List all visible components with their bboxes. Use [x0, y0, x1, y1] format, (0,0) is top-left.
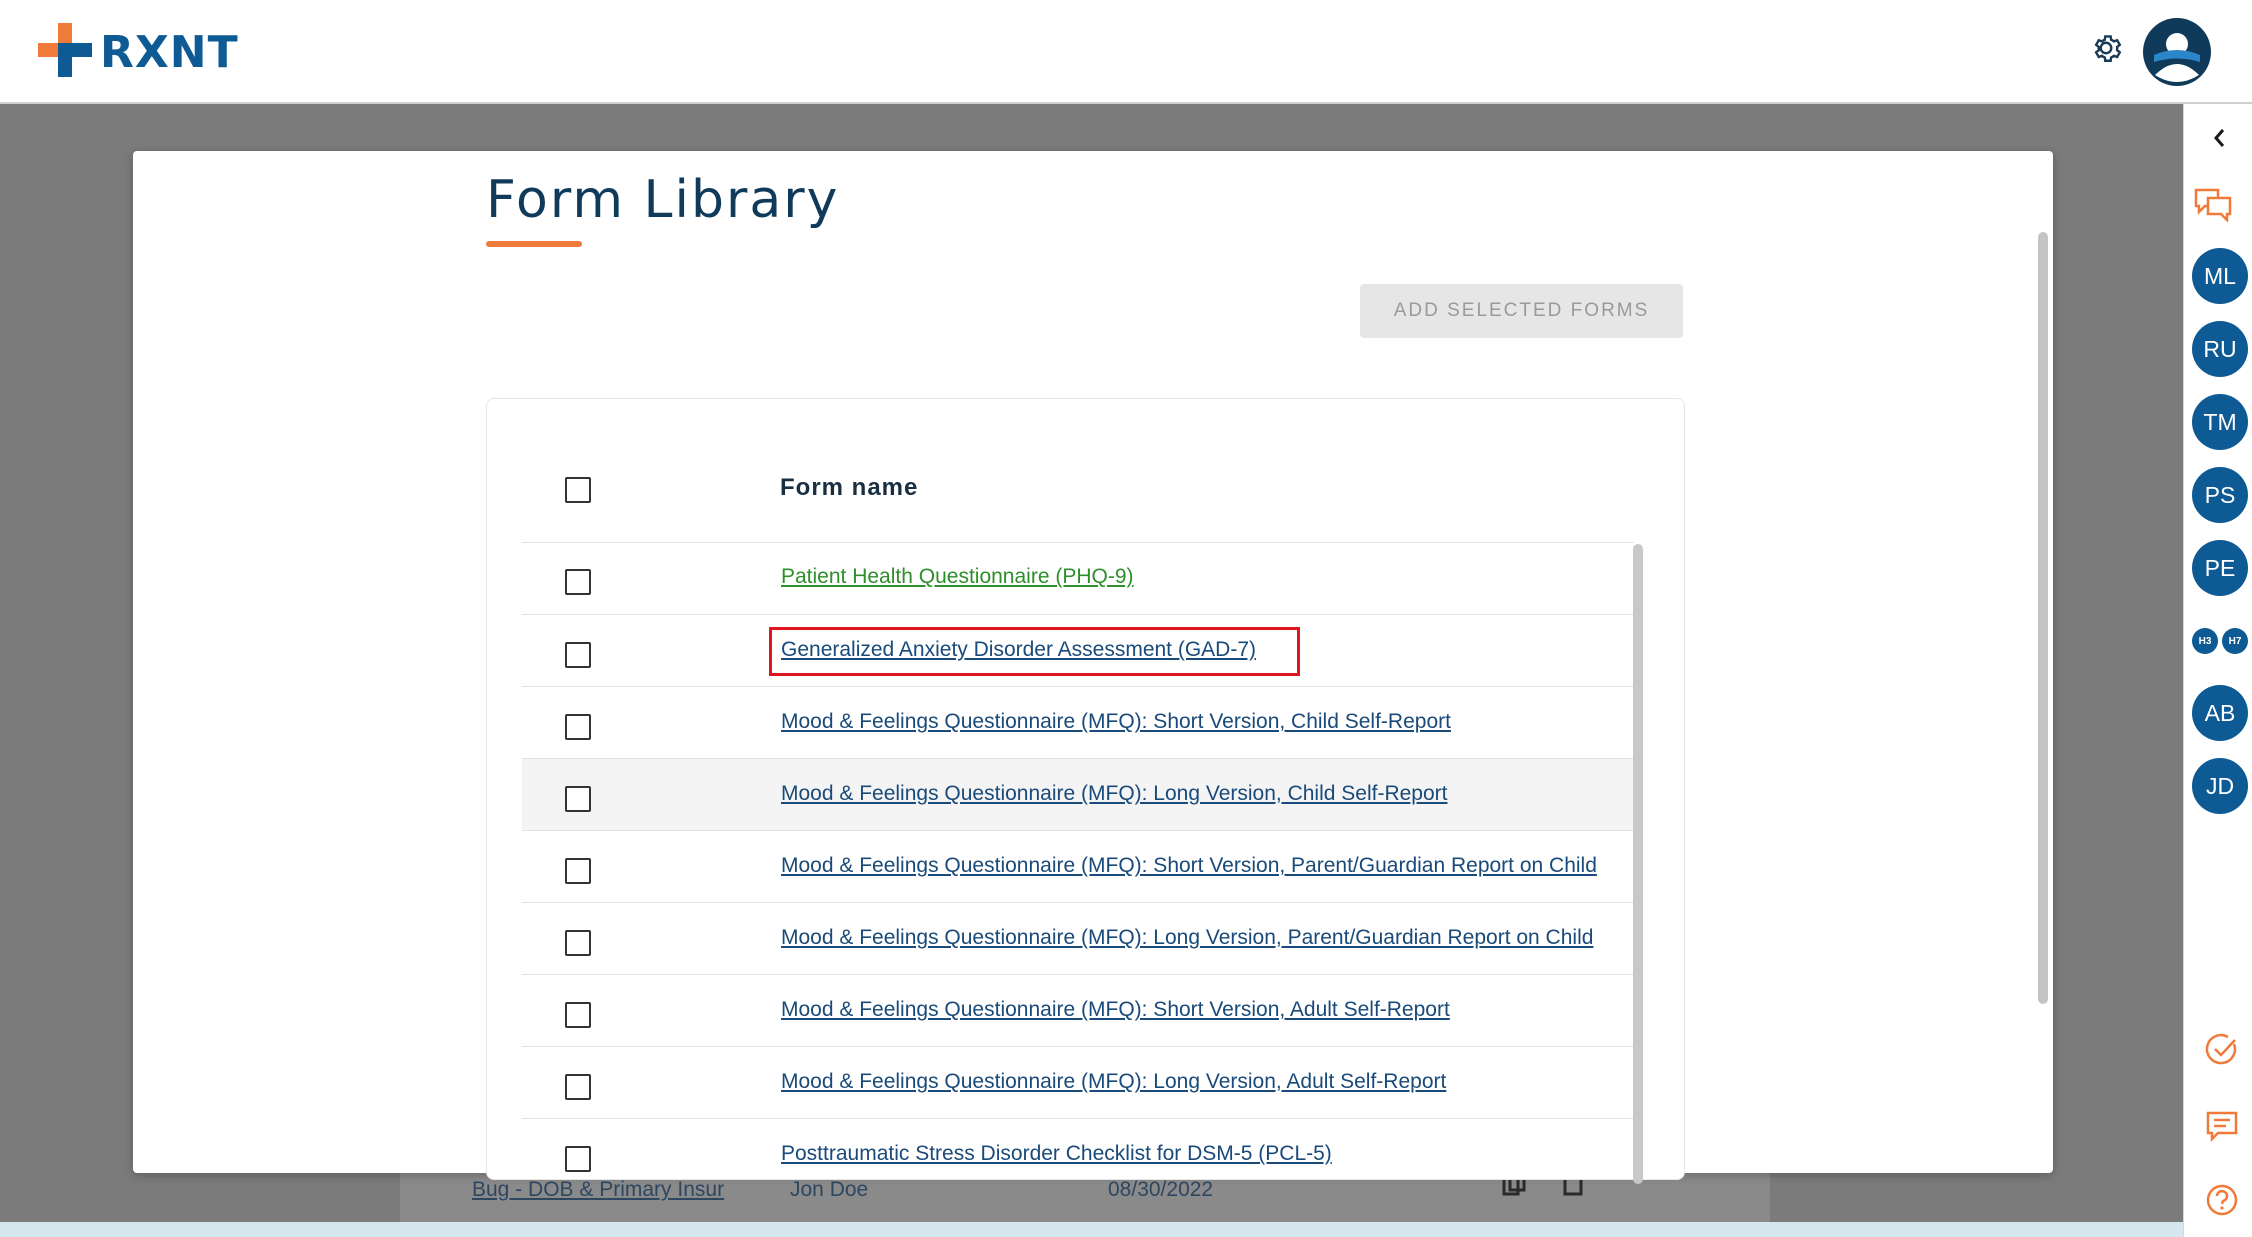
sidebar-avatar-tm[interactable]: TM — [2192, 394, 2248, 450]
background-bug-link[interactable]: Bug - DOB & Primary Insur — [472, 1178, 724, 1202]
bottom-strip — [0, 1222, 2183, 1237]
sidebar-badge-h7[interactable]: H7 — [2222, 628, 2248, 654]
form-link[interactable]: Mood & Feelings Questionnaire (MFQ): Sho… — [781, 998, 1450, 1022]
sidebar-avatar-ml[interactable]: ML — [2192, 248, 2248, 304]
form-list-clip: Mood & Feelings Questionnaire (MFQ): Sho… — [781, 0, 1633, 1172]
message-icon[interactable] — [2204, 1108, 2240, 1144]
sidebar-avatar-ab[interactable]: AB — [2192, 685, 2248, 741]
row-checkbox[interactable] — [565, 1146, 591, 1172]
sidebar-avatar-ru[interactable]: RU — [2192, 321, 2248, 377]
row-checkbox[interactable] — [565, 786, 591, 812]
background-date: 08/30/2022 — [1108, 1178, 1214, 1201]
check-circle-icon[interactable] — [2204, 1032, 2240, 1068]
row-checkbox[interactable] — [565, 569, 591, 595]
row-checkbox[interactable] — [565, 858, 591, 884]
background-patient-name: Jon Doe — [790, 1178, 869, 1201]
row-checkbox[interactable] — [565, 1002, 591, 1028]
row-checkbox[interactable] — [565, 930, 591, 956]
row-checkbox[interactable] — [565, 1074, 591, 1100]
rxnt-logo[interactable]: RXNT — [38, 23, 239, 80]
form-link[interactable]: Posttraumatic Stress Disorder Checklist … — [781, 1142, 1332, 1166]
logo-text: RXNT — [100, 26, 239, 78]
user-avatar-icon[interactable] — [2142, 17, 2212, 87]
highlight-box — [769, 627, 1300, 676]
form-link[interactable]: Mood & Feelings Questionnaire (MFQ): Lon… — [781, 1070, 1446, 1094]
modal-scrollbar[interactable] — [2038, 232, 2048, 1004]
gear-icon[interactable] — [2088, 30, 2124, 66]
sidebar-avatar-pe[interactable]: PE — [2192, 540, 2248, 596]
chevron-left-icon[interactable] — [2208, 124, 2232, 152]
title-underline — [486, 241, 582, 247]
row-checkbox[interactable] — [565, 642, 591, 668]
chat-bubbles-icon[interactable] — [2193, 186, 2233, 222]
sidebar-avatar-jd[interactable]: JD — [2192, 758, 2248, 814]
sidebar-badge-h3[interactable]: H3 — [2192, 628, 2218, 654]
help-icon[interactable] — [2204, 1182, 2240, 1218]
list-scrollbar[interactable] — [1633, 544, 1643, 1184]
select-all-checkbox[interactable] — [565, 477, 591, 503]
form-link[interactable]: Mood & Feelings Questionnaire (MFQ): Sho… — [781, 854, 1597, 878]
form-link[interactable]: Mood & Feelings Questionnaire (MFQ): Lon… — [781, 926, 1593, 950]
logo-cross-icon — [38, 23, 92, 77]
sidebar-avatar-ps[interactable]: PS — [2192, 467, 2248, 523]
row-checkbox[interactable] — [565, 714, 591, 740]
